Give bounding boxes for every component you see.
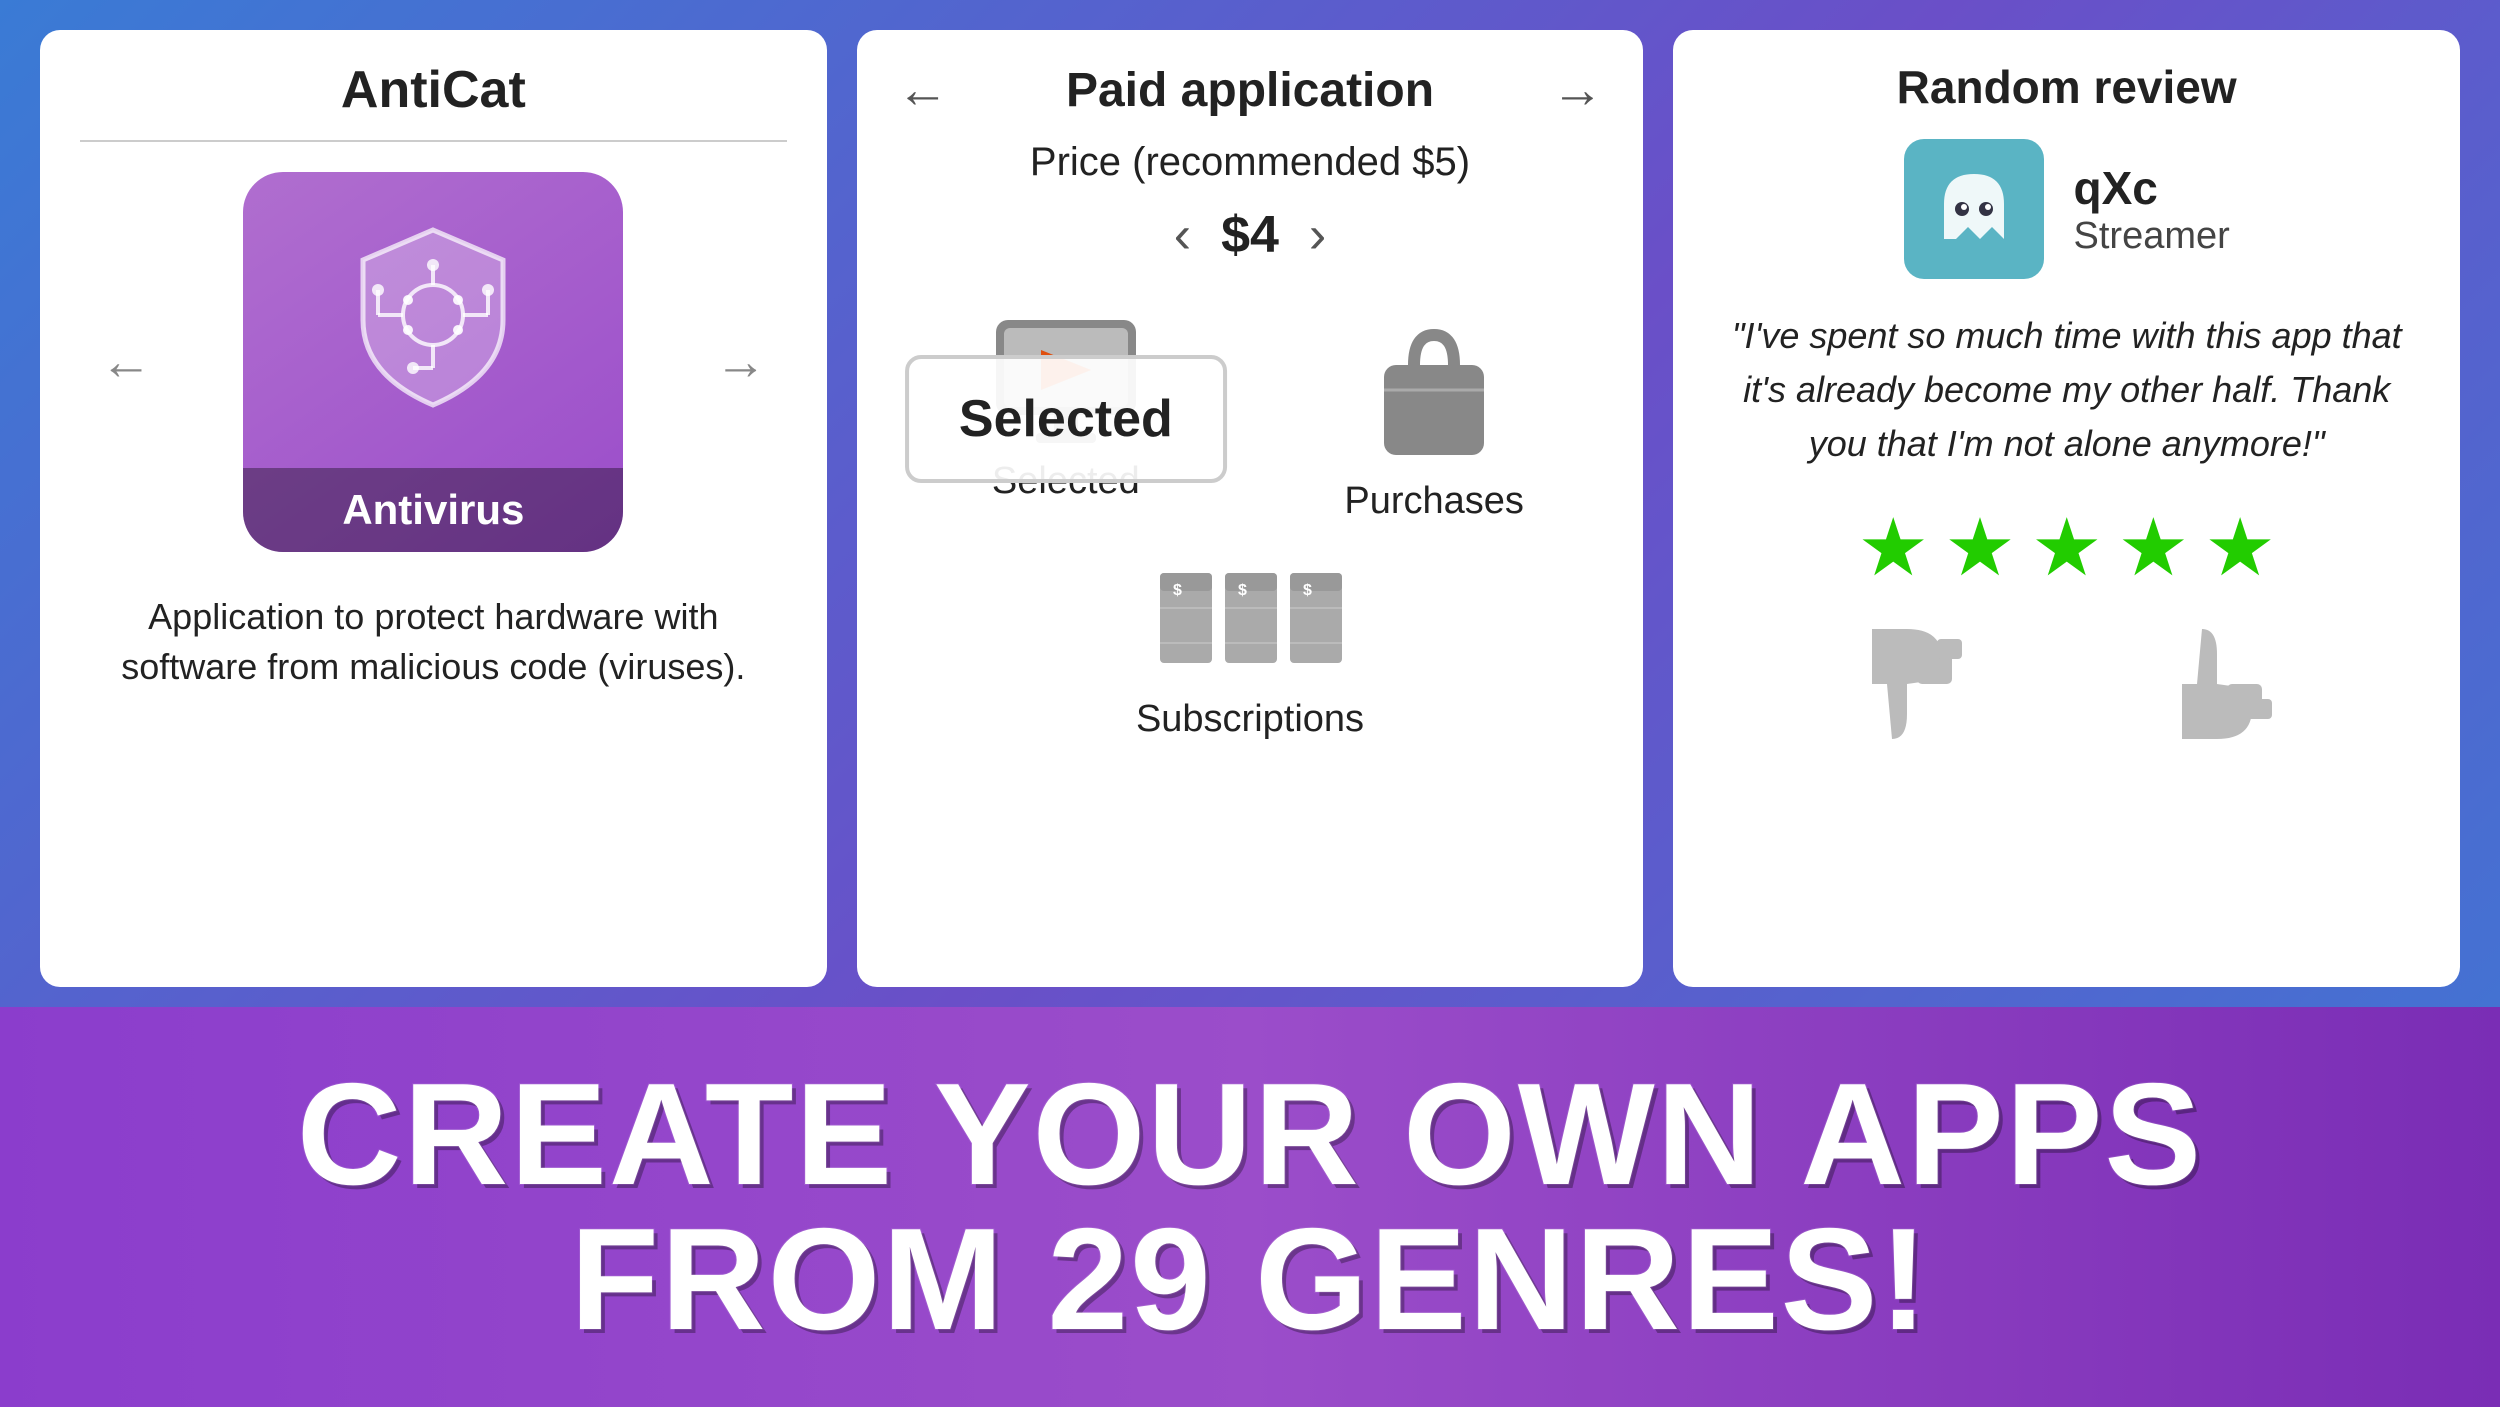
price-value: $4 [1221, 205, 1279, 265]
thumbs-down-icon[interactable] [1857, 624, 1967, 744]
ghost-app-icon [1904, 139, 2044, 279]
tv-icon [986, 315, 1146, 445]
thumbs-rating [1857, 624, 2277, 744]
purchases-option[interactable]: Purchases [1265, 315, 1603, 523]
shield-icon [333, 220, 533, 420]
random-review-card: Random review qXc Streamer "I've spent s… [1673, 30, 2460, 987]
icon-top [333, 172, 533, 468]
anticat-title: AntiCat [341, 60, 526, 120]
price-increase-button[interactable]: › [1309, 205, 1326, 265]
section-title: Random review [1897, 60, 2237, 114]
app-info: qXc Streamer [1904, 139, 2230, 279]
card2-header: ← Paid application → [897, 60, 1604, 120]
price-label: Price (recommended $5) [1030, 140, 1470, 185]
ghost-icon [1924, 159, 2024, 259]
svg-text:$: $ [1173, 582, 1182, 599]
svg-text:$: $ [1238, 582, 1247, 599]
thumbs-up-icon[interactable] [2167, 624, 2277, 744]
bag-icon [1369, 315, 1499, 465]
app-description: Application to protect hardware with sof… [80, 592, 787, 693]
app-icon-container: Antivirus [243, 172, 623, 552]
app-category-label: Antivirus [243, 468, 623, 552]
app-text-info: qXc Streamer [2074, 161, 2230, 258]
card2-left-arrow[interactable]: ← [897, 60, 949, 120]
selected-label: Selected [992, 460, 1140, 503]
star-3: ★ [2031, 501, 2103, 594]
star-4: ★ [2118, 501, 2190, 594]
price-decrease-button[interactable]: ‹ [1174, 205, 1191, 265]
price-selector: ‹ $4 › [1174, 205, 1327, 265]
star-2: ★ [1944, 501, 2016, 594]
database-icon: $ $ $ [1155, 553, 1345, 683]
svg-text:$: $ [1303, 582, 1312, 599]
selected-option[interactable]: Selected Selected [897, 315, 1235, 523]
card2-title: Paid application [1066, 63, 1434, 118]
bottom-banner: CREATE YOUR OWN APPS FROM 29 GENRES! [0, 1007, 2500, 1407]
paid-application-card: ← Paid application → Price (recommended … [857, 30, 1644, 987]
subscriptions-option[interactable]: $ $ $ Subscriptions [897, 553, 1604, 741]
star-rating: ★ ★ ★ ★ ★ [1857, 501, 2276, 594]
star-1: ★ [1857, 501, 1929, 594]
card1-left-arrow[interactable]: ← [100, 332, 152, 392]
banner-line1: CREATE YOUR OWN APPS [297, 1062, 2203, 1207]
review-text: "I've spent so much time with this app t… [1713, 309, 2420, 471]
card2-right-arrow[interactable]: → [1551, 60, 1603, 120]
star-5: ★ [2204, 501, 2276, 594]
card1-divider [80, 140, 787, 142]
subscriptions-label: Subscriptions [1136, 698, 1364, 741]
app-name: qXc [2074, 161, 2230, 215]
anticat-card: AntiCat ← [40, 30, 827, 987]
purchases-label: Purchases [1344, 480, 1524, 523]
app-category: Streamer [2074, 215, 2230, 258]
banner-line2: FROM 29 GENRES! [297, 1207, 2203, 1352]
purchase-options: Selected Selected Purchases [897, 315, 1604, 741]
card1-right-arrow[interactable]: → [715, 332, 767, 392]
